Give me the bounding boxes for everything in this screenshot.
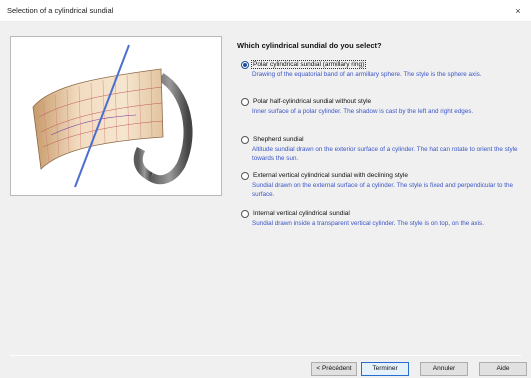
radio-button[interactable]: [241, 61, 249, 69]
option-description: Altitude sundial drawn on the exterior s…: [252, 146, 518, 162]
cancel-button[interactable]: Annuler: [420, 362, 468, 376]
option-label[interactable]: Shepherd sundial: [252, 136, 305, 143]
option-description: Sundial drawn inside a transparent verti…: [252, 220, 484, 227]
option-label[interactable]: External vertical cylindrical sundial wi…: [252, 172, 409, 179]
radio-button[interactable]: [241, 172, 249, 180]
option-description: Drawing of the equatorial band of an arm…: [252, 71, 482, 78]
title-bar: Selection of a cylindrical sundial ×: [0, 0, 531, 22]
finish-button[interactable]: Terminer: [361, 362, 409, 376]
window-title: Selection of a cylindrical sundial: [7, 6, 114, 15]
option-label[interactable]: Polar half-cylindrical sundial without s…: [252, 98, 372, 105]
sundial-preview-image: [10, 36, 222, 196]
footer-separator: [10, 355, 521, 356]
option-label[interactable]: Internal vertical cylindrical sundial: [252, 210, 351, 217]
option-description: Inner surface of a polar cylinder. The s…: [252, 108, 474, 115]
radio-button[interactable]: [241, 136, 249, 144]
close-icon[interactable]: ×: [505, 0, 531, 22]
radio-button[interactable]: [241, 210, 249, 218]
option-description: Sundial drawn on the external surface of…: [252, 182, 514, 198]
radio-button[interactable]: [241, 98, 249, 106]
previous-button[interactable]: < Précédent: [311, 362, 357, 376]
option-label[interactable]: Polar cylindrical sundial (armillary rin…: [250, 59, 367, 69]
help-button[interactable]: Aide: [479, 362, 527, 376]
question-heading: Which cylindrical sundial do you select?: [237, 41, 382, 50]
